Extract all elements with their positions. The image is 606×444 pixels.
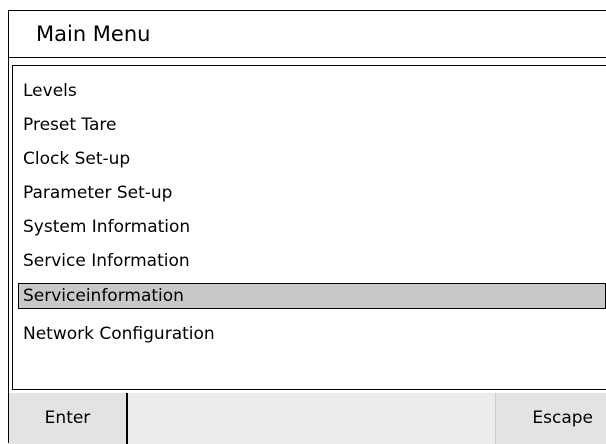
menu-item-serviceinformation[interactable]: Serviceinformation [13,283,606,317]
menu-item-preset-tare[interactable]: Preset Tare [13,108,606,142]
menu-item-label: Serviceinformation [18,283,606,309]
menu-item-label: Service Information [23,251,190,271]
menu-item-service-information[interactable]: Service Information [13,244,606,278]
menu-item-label: Clock Set-up [23,149,131,169]
window-title: Main Menu [36,22,151,46]
enter-button[interactable]: Enter [9,393,128,444]
menu-item-label: Parameter Set-up [23,183,173,203]
title-bar: Main Menu [9,11,606,58]
button-bar: Enter Escape [9,393,606,444]
main-menu-window: Main Menu Levels Preset Tare Clock Set-u… [8,10,606,444]
menu-list-panel: Levels Preset Tare Clock Set-up Paramete… [12,65,606,390]
menu-item-levels[interactable]: Levels [13,74,606,108]
menu-list: Levels Preset Tare Clock Set-up Paramete… [13,74,606,351]
menu-item-clock-setup[interactable]: Clock Set-up [13,142,606,176]
menu-item-label: Network Configuration [23,324,215,344]
menu-item-system-information[interactable]: System Information [13,210,606,244]
escape-button[interactable]: Escape [495,393,606,444]
menu-item-parameter-setup[interactable]: Parameter Set-up [13,176,606,210]
menu-item-label: Preset Tare [23,115,117,135]
menu-item-label: Levels [23,81,77,101]
menu-item-label: System Information [23,217,191,237]
menu-item-network-configuration[interactable]: Network Configuration [13,317,606,351]
